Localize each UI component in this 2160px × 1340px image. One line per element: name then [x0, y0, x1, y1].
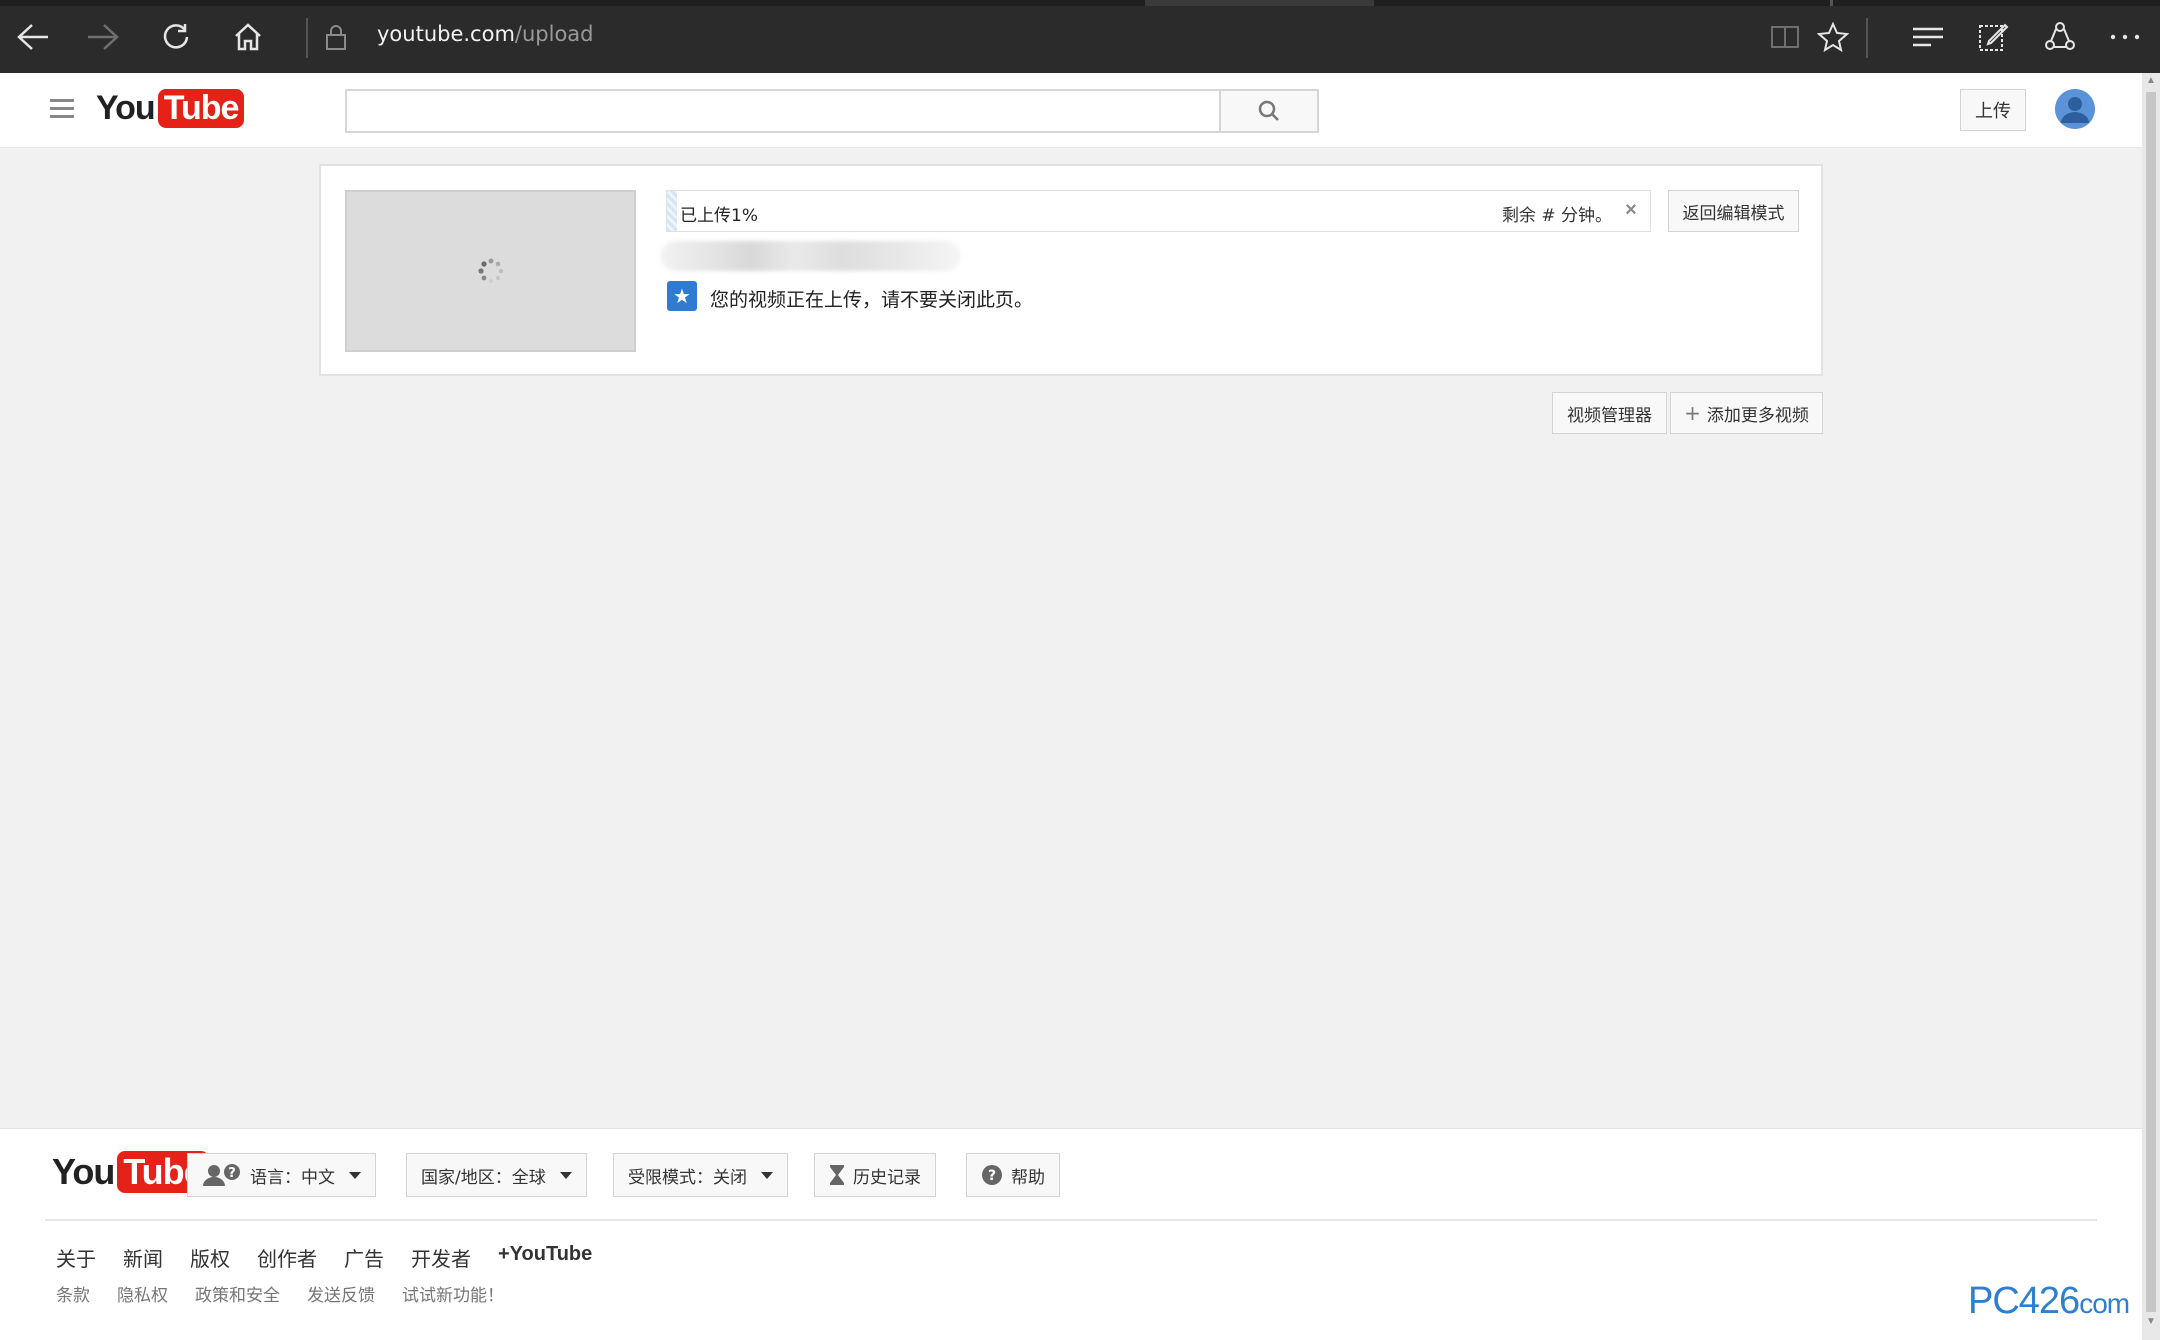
- chevron-down-icon: [761, 1171, 773, 1179]
- help-label: 帮助: [1011, 1167, 1045, 1188]
- footer-link-developers[interactable]: 开发者: [411, 1243, 471, 1272]
- footer-youtube-logo[interactable]: You Tube: [52, 1151, 209, 1193]
- country-selector[interactable]: 国家/地区：全球: [406, 1153, 587, 1197]
- web-note-icon[interactable]: [1970, 14, 2016, 60]
- refresh-icon[interactable]: [153, 14, 199, 60]
- hub-icon[interactable]: [1905, 14, 1951, 60]
- watermark-tail: com: [2079, 1288, 2130, 1319]
- footer-link-privacy[interactable]: 隐私权: [117, 1281, 168, 1306]
- footer-secondary-links: 条款 隐私权 政策和安全 发送反馈 试试新功能！: [56, 1281, 531, 1306]
- footer-primary-links: 关于 新闻 版权 创作者 广告 开发者 +YouTube: [56, 1243, 619, 1272]
- footer-link-advertise[interactable]: 广告: [344, 1243, 384, 1272]
- history-button[interactable]: 历史记录: [814, 1153, 936, 1197]
- guide-menu-icon[interactable]: [50, 99, 74, 119]
- page-footer: You Tube ? 语言：中文 国家/地区：全球 受限模式：关闭 历史记录 ?…: [0, 1128, 2142, 1340]
- footer-link-try-new[interactable]: 试试新功能！: [402, 1281, 504, 1306]
- scroll-up-arrow-icon[interactable]: ▲: [2143, 75, 2159, 89]
- search-input[interactable]: [345, 89, 1221, 133]
- back-to-edit-button[interactable]: 返回编辑模式: [1668, 190, 1799, 232]
- help-icon: ?: [982, 1165, 1002, 1185]
- tab-strip: [0, 0, 2160, 6]
- toolbar-divider: [1866, 18, 1868, 58]
- loading-spinner-icon: [477, 258, 503, 283]
- upload-progress-bar: 已上传1% 剩余 # 分钟。 ×: [666, 190, 1651, 232]
- toolbar-divider: [306, 18, 308, 58]
- country-label: 国家/地区：全球: [421, 1167, 546, 1188]
- reading-view-icon[interactable]: [1762, 14, 1808, 60]
- language-label: 语言：中文: [250, 1167, 335, 1188]
- language-selector[interactable]: ? 语言：中文: [187, 1153, 376, 1197]
- progress-label: 已上传1%: [680, 206, 758, 226]
- lock-icon: [313, 14, 359, 60]
- cancel-upload-close-icon[interactable]: ×: [1620, 199, 1642, 222]
- watermark-main: PC426: [1968, 1280, 2080, 1322]
- back-arrow-icon[interactable]: [10, 14, 56, 60]
- more-menu-icon[interactable]: [2102, 14, 2148, 60]
- upload-progress-fill: [667, 191, 677, 231]
- active-tab-indicator[interactable]: [1145, 0, 1374, 6]
- search-icon: [1258, 100, 1279, 121]
- logo-tube: Tube: [157, 89, 245, 128]
- forward-arrow-icon[interactable]: [80, 14, 126, 60]
- address-path: /upload: [514, 22, 594, 46]
- hourglass-icon: [830, 1165, 844, 1185]
- add-more-videos-label: 添加更多视频: [1706, 405, 1809, 426]
- address-host: youtube.com: [377, 22, 515, 46]
- restricted-mode-selector[interactable]: 受限模式：关闭: [613, 1153, 788, 1197]
- star-status-icon: ★: [667, 281, 697, 311]
- youtube-logo[interactable]: You Tube: [96, 89, 245, 128]
- youtube-header: You Tube 上传: [0, 73, 2142, 148]
- footer-link-creators[interactable]: 创作者: [257, 1243, 317, 1272]
- language-people-icon: ?: [203, 1164, 240, 1186]
- footer-divider: [45, 1219, 2097, 1221]
- star-favorite-icon[interactable]: [1810, 14, 1856, 60]
- share-icon[interactable]: [2037, 14, 2083, 60]
- footer-logo-you: You: [52, 1151, 115, 1192]
- upload-status-message: 您的视频正在上传，请不要关闭此页。: [710, 289, 1034, 311]
- browser-toolbar: youtube.com/upload: [0, 0, 2160, 73]
- video-manager-button[interactable]: 视频管理器: [1552, 392, 1667, 434]
- scrollbar-thumb[interactable]: [2146, 92, 2156, 1312]
- svg-text:?: ?: [228, 1166, 236, 1181]
- site-watermark: PC426com: [1968, 1280, 2130, 1323]
- svg-text:?: ?: [988, 1168, 996, 1184]
- add-more-videos-button[interactable]: + 添加更多视频: [1670, 392, 1823, 434]
- scroll-down-arrow-icon[interactable]: ▼: [2143, 1316, 2159, 1330]
- footer-link-policy-safety[interactable]: 政策和安全: [195, 1281, 280, 1306]
- avatar[interactable]: [2055, 89, 2095, 129]
- logo-you: You: [96, 89, 156, 127]
- blurred-file-name: [661, 241, 961, 271]
- history-label: 历史记录: [853, 1167, 921, 1188]
- footer-link-about[interactable]: 关于: [56, 1243, 96, 1272]
- home-icon[interactable]: [225, 14, 271, 60]
- footer-link-feedback[interactable]: 发送反馈: [307, 1281, 375, 1306]
- address-bar[interactable]: youtube.com/upload: [377, 22, 594, 46]
- footer-link-plus-youtube[interactable]: +YouTube: [498, 1243, 592, 1272]
- tab-separator: [1830, 0, 1833, 6]
- help-button[interactable]: ? 帮助: [966, 1153, 1060, 1197]
- upload-card: 已上传1% 剩余 # 分钟。 × 返回编辑模式 ★ 您的视频正在上传，请不要关闭…: [319, 164, 1823, 376]
- restricted-mode-label: 受限模式：关闭: [628, 1167, 747, 1188]
- search-button[interactable]: [1219, 89, 1319, 133]
- footer-link-press[interactable]: 新闻: [123, 1243, 163, 1272]
- footer-link-copyright[interactable]: 版权: [190, 1243, 230, 1272]
- chevron-down-icon: [349, 1171, 361, 1179]
- video-thumbnail-placeholder: [345, 190, 636, 352]
- chevron-down-icon: [559, 1171, 572, 1179]
- time-remaining: 剩余 # 分钟。: [1501, 206, 1612, 226]
- plus-icon: +: [1684, 401, 1701, 425]
- footer-link-terms[interactable]: 条款: [56, 1281, 90, 1306]
- upload-button[interactable]: 上传: [1960, 89, 2026, 131]
